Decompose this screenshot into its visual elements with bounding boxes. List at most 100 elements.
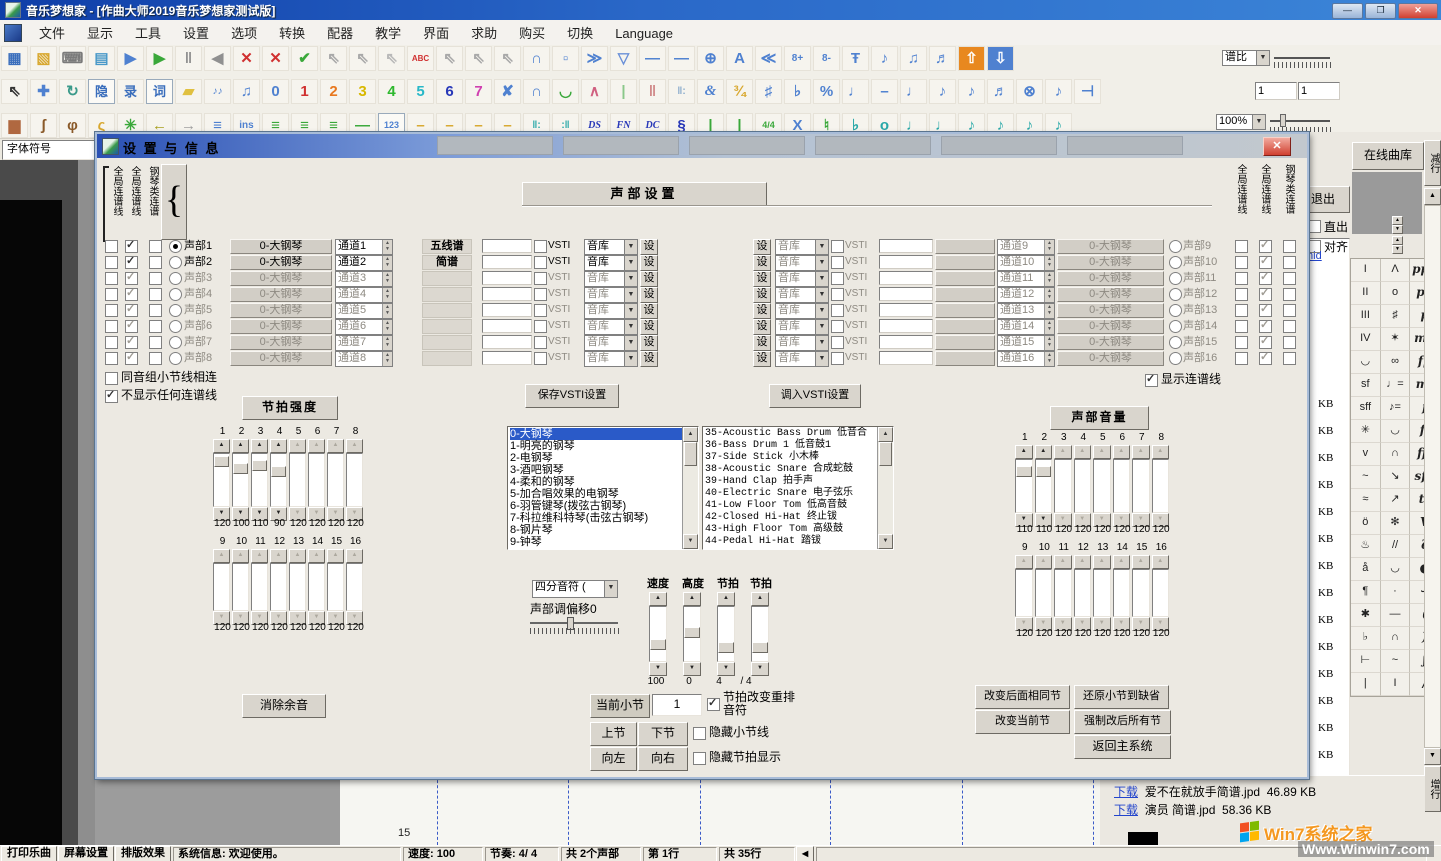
palette-symbol[interactable]: ¶ [1351,581,1381,604]
slider-up-icon[interactable]: ▲ [1074,555,1092,569]
palette-symbol[interactable]: v [1351,443,1381,466]
scroll-up-icon[interactable]: ▲ [683,427,698,442]
set-button[interactable]: 设 [640,239,658,255]
slider-thumb[interactable] [1036,466,1052,477]
minus-b-icon[interactable]: — [668,46,695,71]
slider-thumb[interactable] [650,639,666,650]
channel-combo[interactable]: 通道6▲▼ [335,319,393,335]
channel-combo[interactable]: 通道14▲▼ [997,319,1055,335]
volume-slider[interactable]: ▲▼ [1015,445,1033,527]
step-back-icon[interactable]: ◀ [204,46,231,71]
palette-symbol[interactable]: sf [1351,374,1381,397]
bank-combo[interactable]: 音库▼ [775,319,829,335]
digit-2-icon[interactable]: 2 [320,79,347,104]
score-ratio-slider[interactable] [1274,57,1330,59]
voice-cb-b[interactable]: ✓ [1259,256,1272,269]
voice-cb-c[interactable] [149,304,162,317]
keyboard-icon[interactable]: ⌨ [59,46,86,71]
menu-item-0[interactable]: 文件 [28,26,76,41]
voice-input[interactable] [879,287,933,301]
voice-cb-a[interactable] [105,288,118,301]
brace-button[interactable]: { [161,164,187,240]
bank-combo[interactable]: 音库▼ [775,271,829,287]
channel-combo[interactable]: 通道13▲▼ [997,303,1055,319]
bank-combo[interactable]: 音库▼ [775,351,829,367]
slider-thumb[interactable] [1016,466,1032,477]
voice-radio[interactable] [169,304,182,317]
voice-cb-a[interactable] [1235,288,1248,301]
volume-slider[interactable]: ▲▼ [289,549,306,625]
time-sig-icon[interactable]: ¾ [726,79,753,104]
voice-input[interactable] [879,255,933,269]
voice-instrument-button[interactable]: 0-大钢琴 [230,335,332,350]
cursor-play-icon[interactable]: ⇖ [494,46,521,71]
mini-slider[interactable]: ▲▼ [751,592,769,676]
palette-symbol[interactable]: ✶ [1381,328,1411,351]
voice-settings-header[interactable]: 声部设置 [522,182,767,207]
abc-check-icon[interactable]: ABC [407,46,434,71]
voice-cb-b[interactable]: ✓ [1259,352,1272,365]
percussion-item[interactable]: 42-Closed Hi-Hat 终止钹 [705,512,877,524]
mini-slider[interactable]: ▲▼ [683,592,701,676]
slider-up-icon[interactable]: ▲ [683,592,701,606]
repeat-icon[interactable]: ‖: [668,79,695,104]
note-b-icon[interactable]: ♫ [900,46,927,71]
voice-instrument-button[interactable]: 0-大钢琴 [230,319,332,334]
voice-cb-c[interactable] [1283,288,1296,301]
slider-up-icon[interactable]: ▲ [1132,555,1150,569]
set-button[interactable]: 设 [640,303,658,319]
voice-cb-c[interactable] [149,352,162,365]
bank-combo[interactable]: 音库▼ [775,303,829,319]
close-button[interactable]: ✕ [1398,3,1438,19]
palette-symbol[interactable]: III [1351,305,1381,328]
clef-icon[interactable]: & [697,79,724,104]
volume-slider[interactable]: ▲▼ [1054,555,1072,631]
volume-slider[interactable]: ▲▼ [1093,445,1111,527]
voice-radio[interactable] [169,320,182,333]
slider-up-icon[interactable]: ▲ [1054,555,1072,569]
current-measure-button[interactable]: 当前小节 [590,694,650,718]
voice-cb-a[interactable] [105,272,118,285]
voice-cb-a[interactable] [105,320,118,333]
set-button[interactable]: 设 [753,303,771,319]
voice-radio[interactable] [169,240,182,253]
volume-slider[interactable]: ▲▼ [1152,445,1170,527]
volume-slider[interactable]: ▲▼ [232,439,249,521]
eraser-icon[interactable]: ▰ [175,79,202,104]
set-button[interactable]: 设 [640,255,658,271]
palette-symbol[interactable]: ♯ [1381,305,1411,328]
sixteenth-note-icon[interactable]: ♬ [987,79,1014,104]
transpose-icon[interactable]: ↻ [59,79,86,104]
note-duration-combo[interactable]: 四分音符 (▼ [532,580,618,598]
digit-1-icon[interactable]: 1 [291,79,318,104]
note-a-icon[interactable]: ♪ [871,46,898,71]
restore-measure-button[interactable]: 还原小节到缺省 [1074,685,1169,709]
menu-item-3[interactable]: 设置 [172,26,220,41]
voice-cb-c[interactable] [1283,352,1296,365]
score-ratio-combo[interactable]: 谱比▼ [1222,50,1270,66]
volume-slider[interactable]: ▲▼ [232,549,249,625]
vsti-checkbox[interactable] [534,272,547,285]
scroll-up-icon[interactable]: ▲ [1424,188,1441,205]
percussion-list-scrollbar[interactable]: ▲▼ [877,427,893,549]
vsti-checkbox[interactable] [831,256,844,269]
palette-symbol[interactable]: ⊢ [1351,650,1381,673]
bar-double-icon[interactable]: ‖ [639,79,666,104]
voice-instrument-button[interactable]: 0-大钢琴 [1057,239,1164,254]
volume-slider[interactable]: ▲▼ [327,549,344,625]
palette-symbol[interactable]: ✳ [1351,420,1381,443]
channel-combo[interactable]: 通道2▲▼ [335,255,393,271]
percussion-item[interactable]: 43-High Floor Tom 高级鼓 [705,524,877,536]
percussion-item[interactable]: 44-Pedal Hi-Hat 踏钹 [705,536,877,548]
set-button[interactable]: 设 [640,271,658,287]
slider-up-icon[interactable]: ▲ [1152,555,1170,569]
slider-up-icon[interactable]: ▲ [1035,555,1053,569]
voice-input[interactable] [482,351,532,365]
bank-combo[interactable]: 音库▼ [584,335,638,351]
slider-up-icon[interactable]: ▲ [346,439,363,453]
check-icon[interactable]: ✔ [291,46,318,71]
voice-cb-c[interactable] [149,240,162,253]
palette-symbol[interactable]: IV [1351,328,1381,351]
palette-symbol[interactable]: Λ [1381,259,1411,282]
slider-up-icon[interactable]: ▲ [270,549,287,563]
